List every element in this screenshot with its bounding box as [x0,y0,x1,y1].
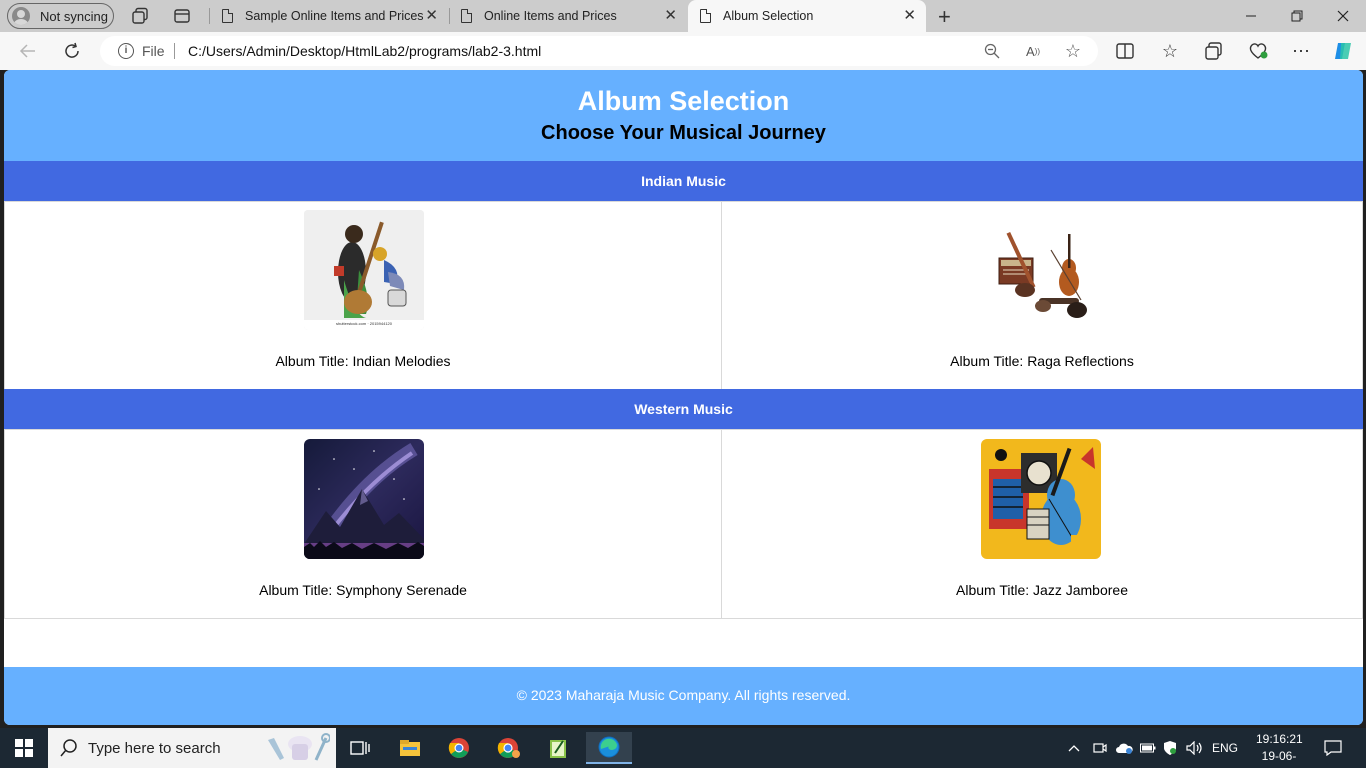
back-icon[interactable] [17,40,39,62]
copilot-icon[interactable] [1332,40,1354,62]
address-bar[interactable]: i File C:/Users/Admin/Desktop/HtmlLab2/p… [100,36,1098,66]
page-title: Album Selection [577,86,790,116]
tab-actions-icon[interactable] [172,6,192,26]
search-placeholder: Type here to search [88,740,221,757]
battery-icon[interactable] [1140,728,1156,768]
zoom-icon[interactable] [983,42,1001,60]
album-caption: Album Title: Indian Melodies [275,353,451,369]
section-heading-western-music: Western Music [4,389,1363,429]
taskbar-search[interactable]: Type here to search [48,728,336,768]
browser-toolbar: i File C:/Users/Admin/Desktop/HtmlLab2/p… [0,32,1366,70]
show-hidden-icons[interactable] [1068,728,1080,768]
favorites-icon[interactable]: ☆ [1159,40,1181,62]
search-highlight-icon [266,732,331,768]
clock-date: 19-06-2024 [1261,749,1297,768]
profile-button[interactable]: Not syncing [7,3,114,29]
album-caption: Album Title: Jazz Jamboree [956,582,1128,598]
album-cover-symphony-serenade [304,439,424,559]
chrome-icon[interactable] [439,732,479,764]
tab-separator [449,8,450,24]
album-cover-indian-melodies: shutterstock.com · 2015944120 [304,210,424,330]
workspaces-icon[interactable] [130,6,150,26]
page-header: Album Selection Choose Your Musical Jour… [4,70,1363,161]
page-icon [700,9,711,23]
url-text[interactable]: C:/Users/Admin/Desktop/HtmlLab2/programs… [188,43,541,59]
tab-separator [209,8,210,24]
clock-time: 19:16:21 [1256,732,1303,746]
tab-title: Sample Online Items and Prices [245,9,424,23]
chrome-profile-icon[interactable] [489,732,529,764]
search-icon [60,739,78,762]
read-aloud-icon[interactable]: A)) [1024,42,1042,60]
collections-icon[interactable] [1203,40,1225,62]
close-tab-icon[interactable]: ✕ [903,8,916,23]
volume-icon[interactable] [1186,728,1204,768]
web-page: Album Selection Choose Your Musical Jour… [4,70,1363,725]
taskbar-clock[interactable]: 19:16:21 19-06-2024 [1256,731,1303,768]
album-cover-raga-reflections [981,210,1101,330]
favorite-star-icon[interactable]: ☆ [1064,41,1082,61]
tab-title: Online Items and Prices [484,9,617,23]
album-caption: Album Title: Raga Reflections [950,353,1134,369]
page-icon [461,9,472,23]
refresh-icon[interactable] [61,40,83,62]
restore-icon[interactable] [1274,0,1320,32]
more-menu-icon[interactable]: ⋯ [1290,40,1312,62]
notifications-icon[interactable] [1324,728,1342,768]
album-caption: Album Title: Symphony Serenade [259,582,467,598]
language-indicator[interactable]: ENG [1212,728,1238,768]
album-cell: Album Title: Raga Reflections [721,201,1363,390]
minimize-icon[interactable] [1228,0,1274,32]
tab-album-selection[interactable]: Album Selection ✕ [688,0,926,32]
tab-title: Album Selection [723,9,814,23]
task-view-icon[interactable] [340,732,380,764]
image-credit: shutterstock.com · 2015944120 [335,321,393,326]
album-cell: Album Title: Jazz Jamboree [721,429,1363,619]
page-icon [222,9,233,23]
file-explorer-icon[interactable] [390,732,430,764]
page-subtitle: Choose Your Musical Journey [541,122,826,144]
close-window-icon[interactable] [1320,0,1366,32]
browser-essentials-icon[interactable] [1247,40,1269,62]
section-heading-indian-music: Indian Music [4,161,1363,201]
browser-tab-strip: Not syncing Sample Online Items and Pric… [0,0,1366,32]
notepad-plus-plus-icon[interactable] [538,732,578,764]
edge-icon[interactable] [586,732,632,764]
address-separator [174,43,175,59]
scheme-label: File [142,43,165,59]
meet-now-icon[interactable] [1093,728,1107,768]
close-tab-icon[interactable]: ✕ [425,8,438,23]
tab-online-items[interactable]: Online Items and Prices ✕ [451,0,687,32]
split-screen-icon[interactable] [1114,40,1136,62]
security-icon[interactable] [1163,728,1177,768]
site-info-icon[interactable]: i [118,43,134,59]
close-tab-icon[interactable]: ✕ [664,8,677,23]
start-icon[interactable] [4,732,44,764]
album-cover-jazz-jamboree [981,439,1101,559]
avatar-icon [12,7,30,25]
taskbar: Type here to search ENG 19:16:21 19-06- [0,728,1366,768]
tab-sample-online-items[interactable]: Sample Online Items and Prices ✕ [212,0,448,32]
page-footer: © 2023 Maharaja Music Company. All right… [4,667,1363,725]
new-tab-icon[interactable]: + [938,4,951,30]
album-cell: Album Title: Symphony Serenade [4,429,722,619]
onedrive-icon[interactable] [1115,728,1133,768]
profile-label: Not syncing [40,8,108,24]
album-cell: shutterstock.com · 2015944120 Album Titl… [4,201,722,390]
